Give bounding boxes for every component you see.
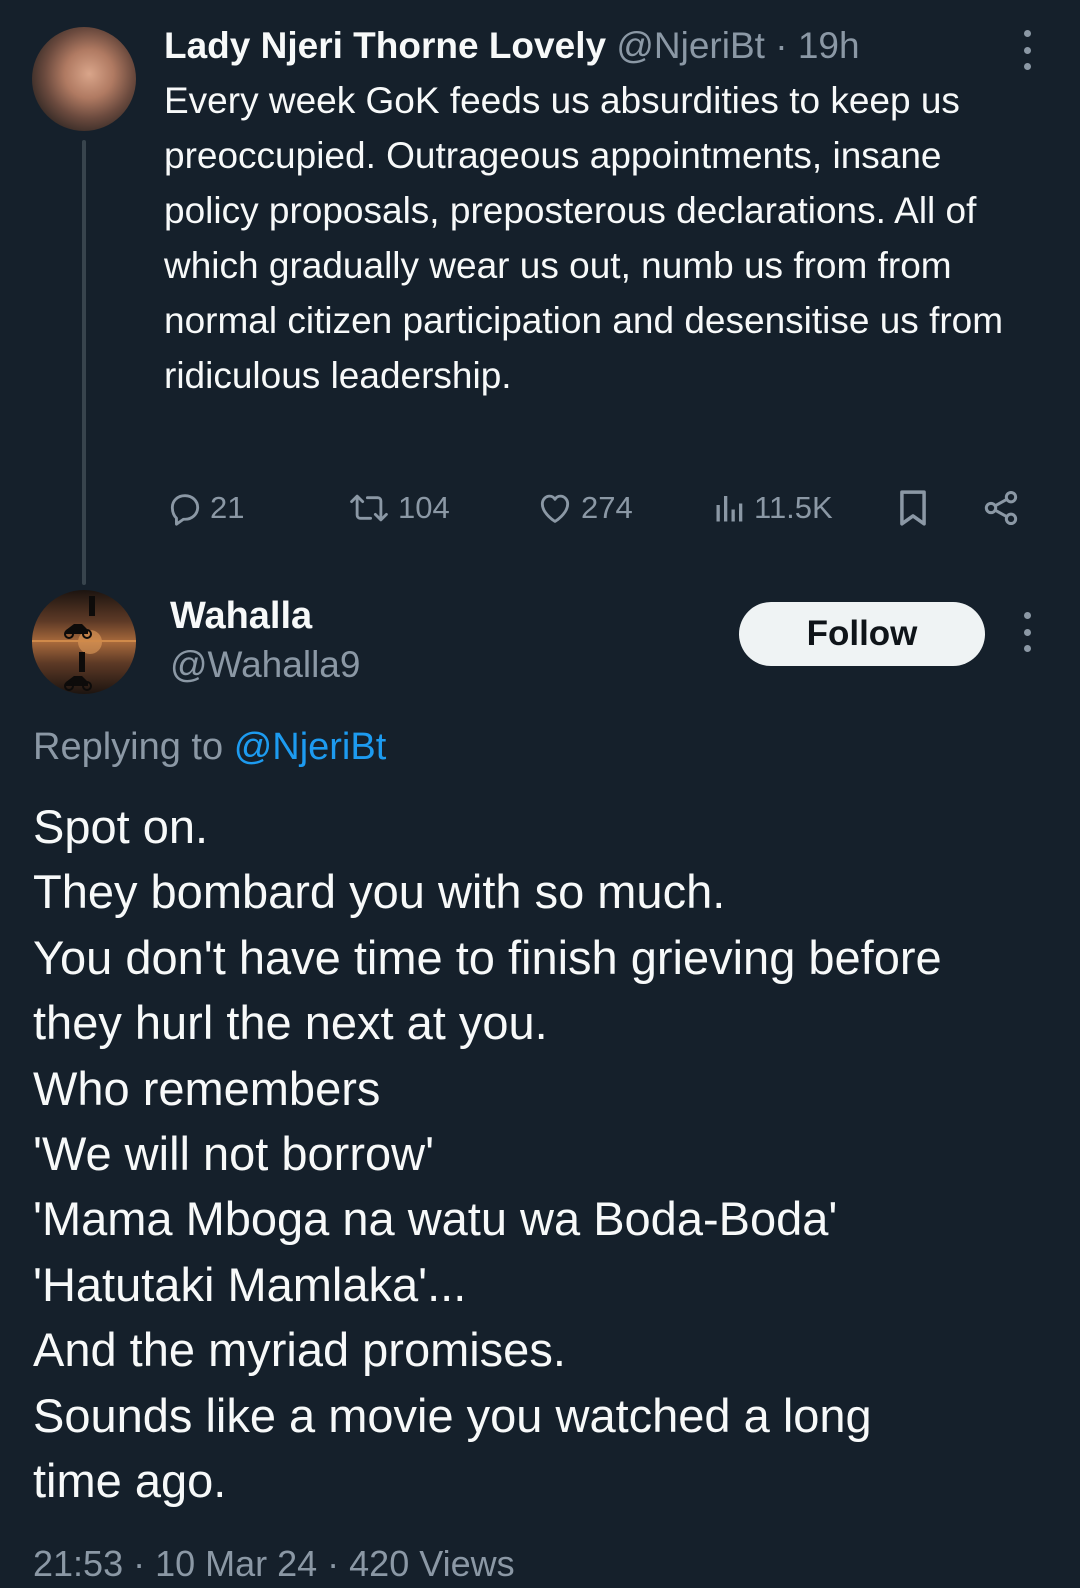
retweet-button[interactable]: 104 <box>346 483 450 533</box>
reply-author-name[interactable]: Wahalla <box>170 592 312 640</box>
reply-text: Spot on. They bombard you with so much. … <box>33 794 1053 1513</box>
replying-to-mention[interactable]: @NjeriBt <box>234 726 387 768</box>
like-button[interactable]: 274 <box>535 483 633 533</box>
reply-text-line: time ago. <box>33 1454 227 1508</box>
more-options-icon[interactable] <box>1012 30 1042 70</box>
reply-text-line: they hurl the next at you. <box>33 996 548 1050</box>
reply-text-line: Sounds like a movie you watched a long <box>33 1388 872 1442</box>
author-avatar[interactable] <box>32 27 136 131</box>
separator-dot: · <box>775 25 788 66</box>
reply-icon <box>170 494 200 526</box>
reply-button[interactable]: 21 <box>166 483 244 533</box>
bookmark-icon <box>900 490 926 526</box>
reply-text-line: 'Hatutaki Mamlaka'... <box>33 1257 467 1311</box>
heart-icon <box>540 494 570 523</box>
view-count: 11.5K <box>754 490 833 525</box>
author-name[interactable]: Lady Njeri Thorne Lovely <box>164 25 606 66</box>
author-handle[interactable]: @NjeriBt <box>616 25 765 66</box>
share-icon <box>984 491 1018 525</box>
retweet-icon <box>350 494 388 522</box>
share-button[interactable] <box>980 483 1022 533</box>
avatar-image <box>32 596 136 691</box>
reply-count: 21 <box>210 490 245 525</box>
reply-author-handle[interactable]: @Wahalla9 <box>170 641 360 689</box>
tweet-author-line: Lady Njeri Thorne Lovely @NjeriBt · 19h <box>164 22 860 70</box>
replying-to-line: Replying to @NjeriBt <box>33 723 386 771</box>
like-count: 274 <box>581 490 633 525</box>
reply-text-line: 'Mama Mboga na watu wa Boda-Boda' <box>33 1192 838 1246</box>
reply-author-avatar[interactable] <box>32 590 136 694</box>
retweet-count: 104 <box>398 490 450 525</box>
reply-text-line: They bombard you with so much. <box>33 865 726 919</box>
follow-button[interactable]: Follow <box>739 602 985 666</box>
reply-text-line: Spot on. <box>33 800 209 853</box>
reply-text-line: Who remembers <box>33 1061 381 1115</box>
views-icon <box>716 496 743 522</box>
reply-text-line: And the myriad promises. <box>33 1323 566 1377</box>
views-button[interactable]: 11.5K <box>712 483 833 533</box>
reply-text-line: You don't have time to finish grieving b… <box>33 930 942 984</box>
replying-to-label: Replying to <box>33 726 224 768</box>
reply-text-line: 'We will not borrow' <box>33 1127 435 1181</box>
tweet-time[interactable]: 19h <box>798 25 860 66</box>
tweet-timestamp-views[interactable]: 21:53 · 10 Mar 24 · 420 Views <box>33 1540 515 1588</box>
tweet-text: Every week GoK feeds us absurdities to k… <box>164 80 1004 396</box>
tweet-actions-bar: 21 104 274 11.5K <box>0 483 1080 533</box>
bookmark-button[interactable] <box>894 483 932 533</box>
more-options-icon[interactable] <box>1012 612 1042 652</box>
